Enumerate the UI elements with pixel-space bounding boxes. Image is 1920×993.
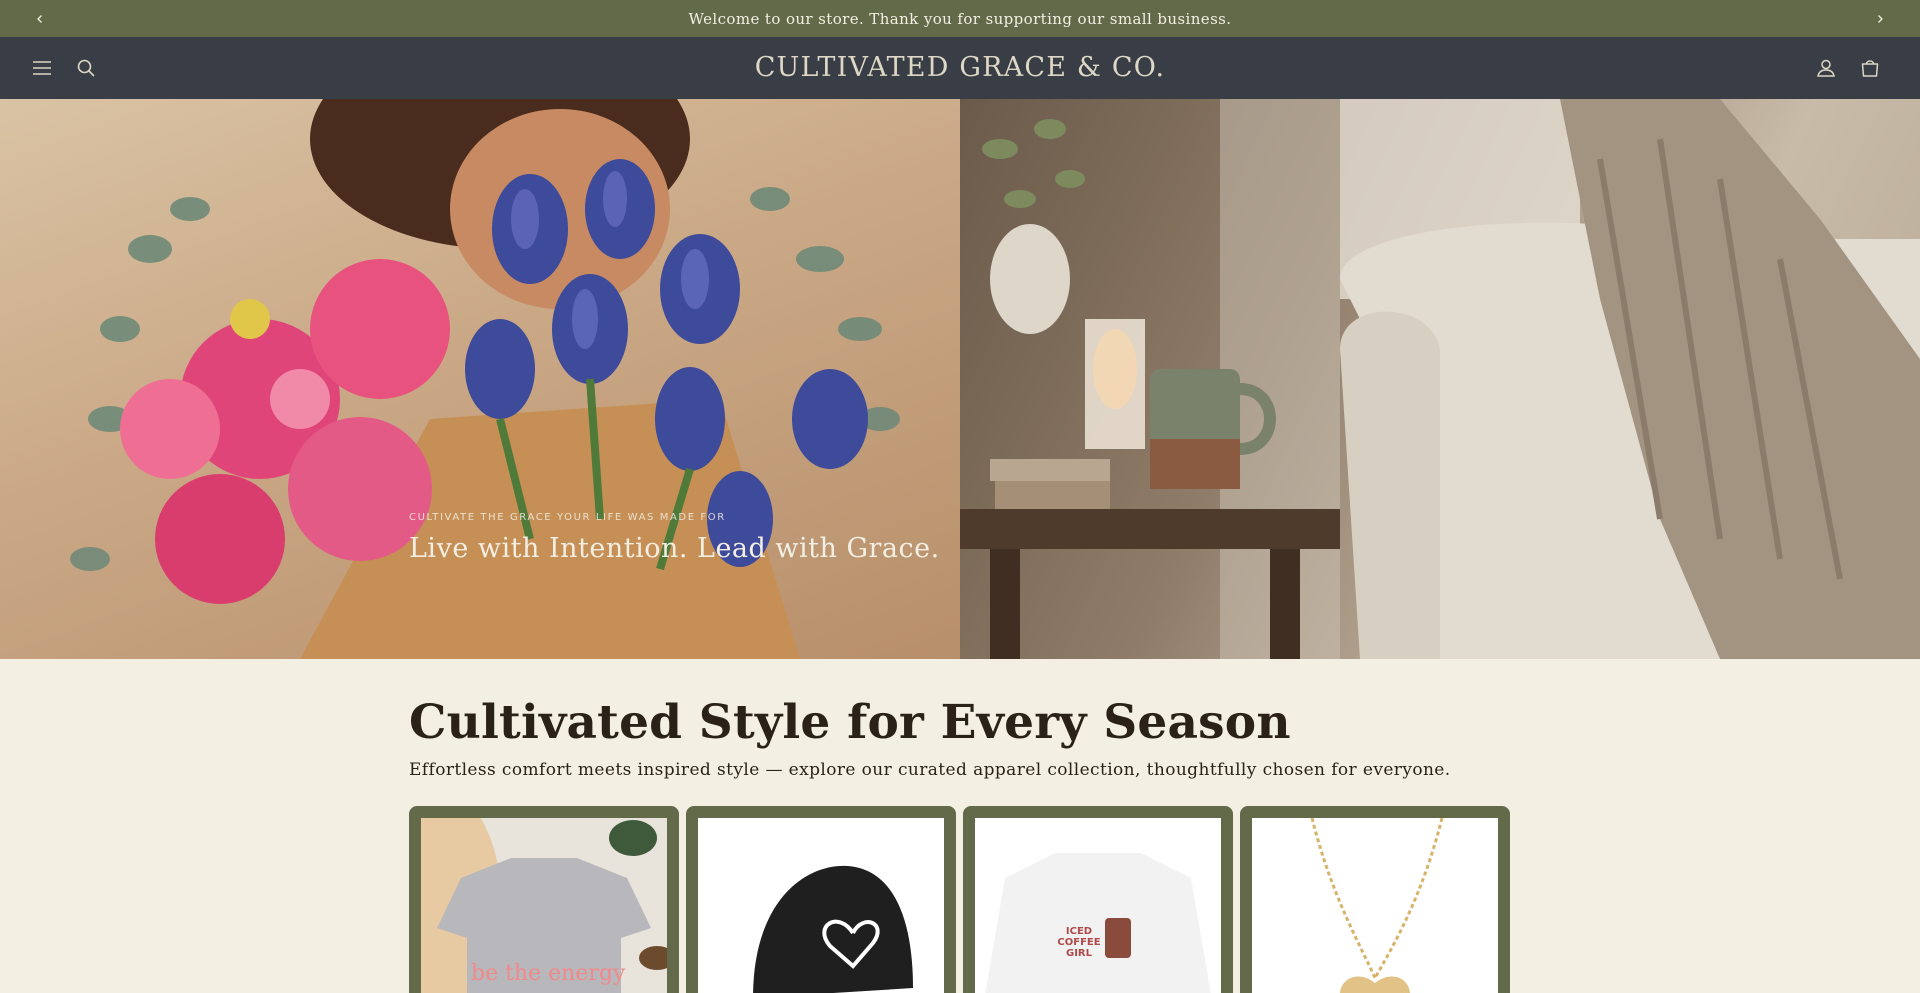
account-icon[interactable] — [1809, 51, 1843, 85]
product-image-be-the-energy-tee: be the energy — [421, 818, 667, 993]
product-image-gold-heart-necklace — [1252, 818, 1498, 993]
chevron-left-icon[interactable] — [20, 0, 60, 37]
hero-banner: CULTIVATE THE GRACE YOUR LIFE WAS MADE F… — [0, 99, 1920, 659]
hero-heading: Live with Intention. Lead with Grace. — [409, 533, 940, 564]
tee-print-text: be the energy — [471, 961, 626, 986]
collection-title: Cultivated Style for Every Season — [409, 695, 1291, 750]
sweatshirt-print-text: ICED COFFEE GIRL — [1057, 926, 1101, 959]
product-image-heart-cap — [698, 818, 944, 993]
product-image-iced-coffee-sweatshirt: ICED COFFEE GIRL — [975, 818, 1221, 993]
hero-text-block: CULTIVATE THE GRACE YOUR LIFE WAS MADE F… — [409, 512, 940, 564]
product-card-cap[interactable] — [686, 806, 956, 993]
product-card-sweatshirt[interactable]: ICED COFFEE GIRL — [963, 806, 1233, 993]
product-card-necklace[interactable] — [1240, 806, 1510, 993]
announcement-bar: Welcome to our store. Thank you for supp… — [0, 0, 1920, 37]
site-logo[interactable]: CULTIVATED GRACE & CO. — [0, 37, 1920, 99]
chevron-right-icon[interactable] — [1860, 0, 1900, 37]
product-grid: be the energy ICED COFFEE GIRL — [409, 806, 1511, 993]
product-card-tee[interactable]: be the energy — [409, 806, 679, 993]
announcement-text: Welcome to our store. Thank you for supp… — [688, 9, 1232, 28]
hero-image-woman-with-flowers: CULTIVATE THE GRACE YOUR LIFE WAS MADE F… — [0, 99, 960, 659]
hero-image-cozy-room — [960, 99, 1920, 659]
site-header: CULTIVATED GRACE & CO. — [0, 37, 1920, 99]
hero-eyebrow: CULTIVATE THE GRACE YOUR LIFE WAS MADE F… — [409, 512, 726, 523]
cart-icon[interactable] — [1853, 51, 1887, 85]
collection-subtitle: Effortless comfort meets inspired style … — [409, 760, 1451, 780]
